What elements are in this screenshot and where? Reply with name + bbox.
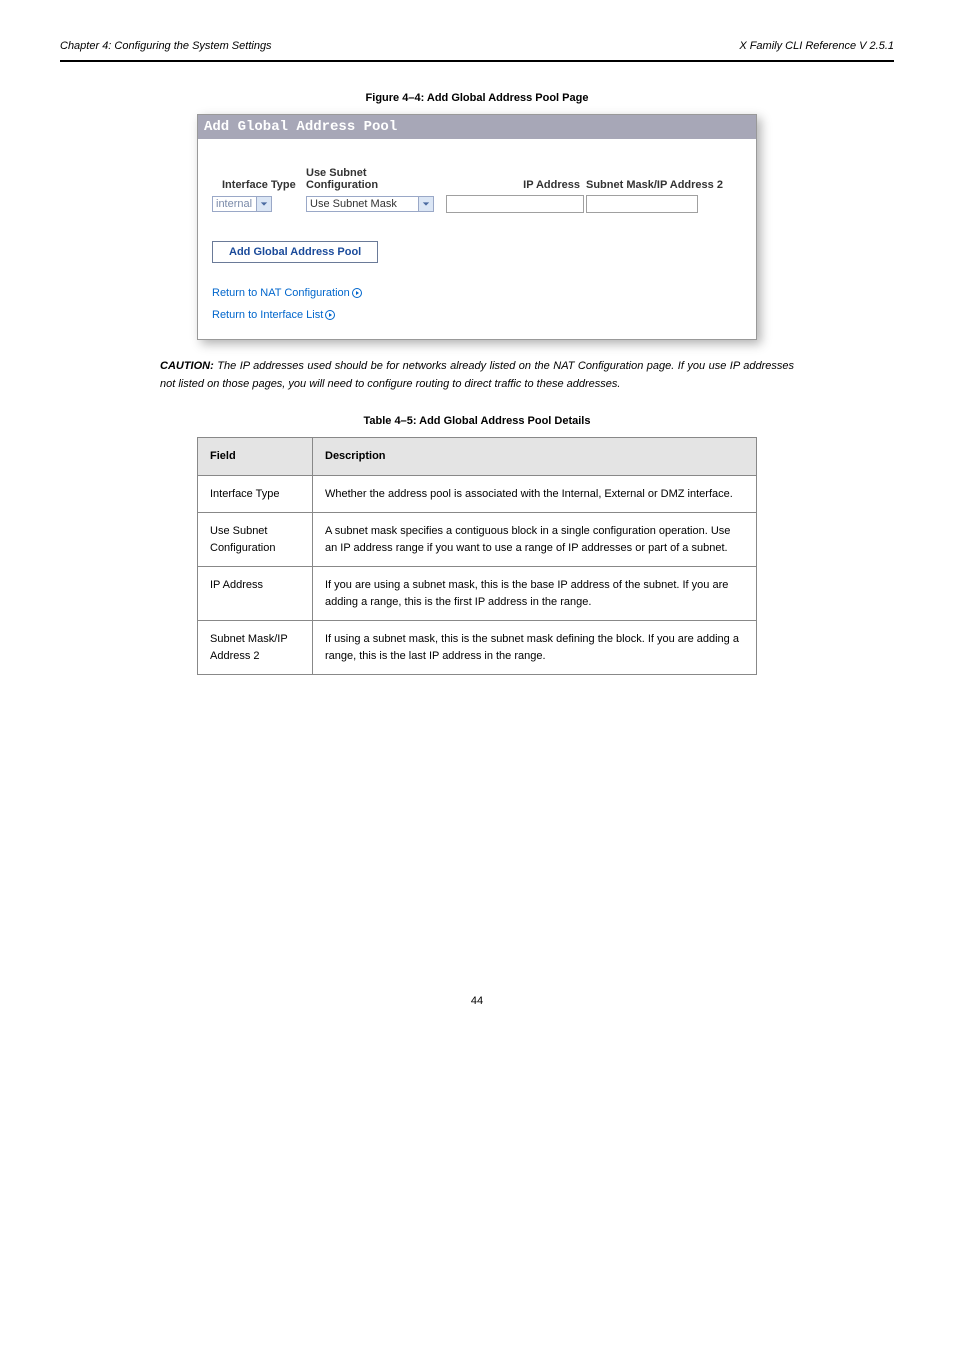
th-subnet-config: Use Subnet Configuration — [306, 167, 436, 191]
cell-field: Use Subnet Configuration — [198, 513, 313, 567]
header-left: Chapter 4: Configuring the System Settin… — [60, 40, 272, 52]
link-label: Return to NAT Configuration — [212, 287, 350, 299]
arrow-right-icon — [325, 310, 337, 320]
th-description: Description — [313, 438, 757, 476]
caution-label: CAUTION: — [160, 360, 214, 372]
interface-type-select[interactable]: internal — [212, 196, 272, 212]
ip-address-input[interactable] — [446, 195, 584, 213]
cell-desc: If you are using a subnet mask, this is … — [313, 567, 757, 621]
header-right: X Family CLI Reference V 2.5.1 — [739, 40, 894, 52]
table-caption: Table 4–5: Add Global Address Pool Detai… — [60, 415, 894, 427]
th-subnet-mask: Subnet Mask/IP Address 2 — [586, 179, 736, 191]
cell-desc: A subnet mask specifies a contiguous blo… — [313, 513, 757, 567]
subnet-config-select[interactable]: Use Subnet Mask — [306, 196, 434, 212]
cell-field: Interface Type — [198, 475, 313, 513]
caution-paragraph: CAUTION: The IP addresses used should be… — [160, 358, 794, 393]
subnet-config-value: Use Subnet Mask — [307, 197, 418, 211]
subnet-mask-input[interactable] — [586, 195, 698, 213]
return-nat-config-link[interactable]: Return to NAT Configuration — [212, 287, 364, 299]
cell-desc: Whether the address pool is associated w… — [313, 475, 757, 513]
th-interface-type: Interface Type — [212, 179, 306, 191]
field-description-table: Field Description Interface Type Whether… — [197, 437, 757, 675]
cell-field: IP Address — [198, 567, 313, 621]
chevron-down-icon — [418, 197, 433, 211]
figure-caption: Figure 4–4: Add Global Address Pool Page — [60, 92, 894, 104]
cell-field: Subnet Mask/IP Address 2 — [198, 621, 313, 675]
table-row: Use Subnet Configuration A subnet mask s… — [198, 513, 757, 567]
interface-type-value: internal — [213, 197, 256, 211]
arrow-right-icon — [352, 288, 364, 298]
page-number: 44 — [60, 995, 894, 1007]
th-ip-address: IP Address — [436, 179, 586, 191]
th-field: Field — [198, 438, 313, 476]
return-interface-list-link[interactable]: Return to Interface List — [212, 309, 337, 321]
table-row: IP Address If you are using a subnet mas… — [198, 567, 757, 621]
config-panel: Add Global Address Pool Interface Type U… — [197, 114, 757, 340]
link-label: Return to Interface List — [212, 309, 323, 321]
cell-desc: If using a subnet mask, this is the subn… — [313, 621, 757, 675]
table-row: Subnet Mask/IP Address 2 If using a subn… — [198, 621, 757, 675]
chevron-down-icon — [256, 197, 271, 211]
table-row: Interface Type Whether the address pool … — [198, 475, 757, 513]
panel-title: Add Global Address Pool — [198, 115, 756, 139]
caution-text: The IP addresses used should be for netw… — [160, 360, 794, 390]
add-global-address-pool-button[interactable]: Add Global Address Pool — [212, 241, 378, 263]
